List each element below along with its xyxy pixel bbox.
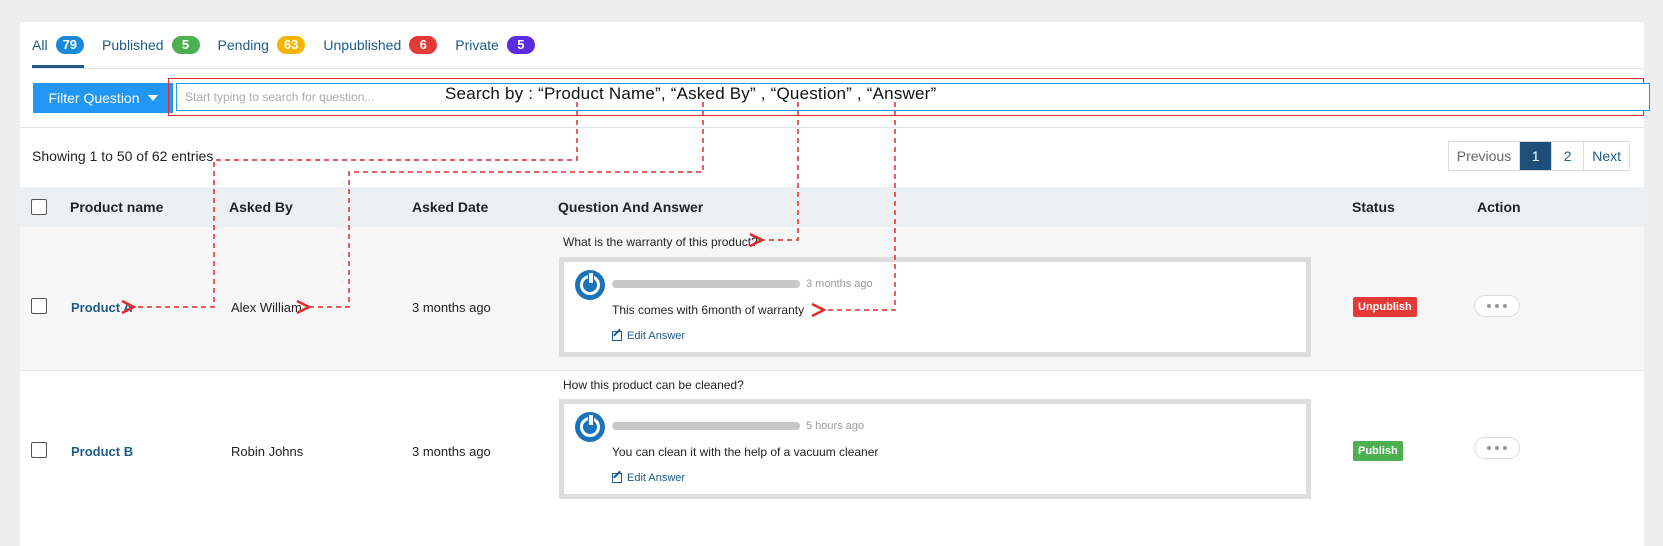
more-actions-button[interactable] xyxy=(1474,295,1520,317)
select-all-cell xyxy=(31,187,47,227)
caret-down-icon xyxy=(147,95,158,101)
edit-icon xyxy=(612,331,622,341)
divider xyxy=(20,127,1644,128)
column-header-asked-date[interactable]: Asked Date xyxy=(412,187,488,227)
filter-button-label: Filter Question xyxy=(48,90,140,106)
tab-label: Private xyxy=(455,37,499,53)
tab-label: Unpublished xyxy=(323,37,402,53)
status-tabs: All 79 Published 5 Pending 63 Unpublishe… xyxy=(32,22,535,68)
dot xyxy=(1503,304,1507,308)
filter-question-button[interactable]: Filter Question xyxy=(33,83,173,113)
row-checkbox-cell xyxy=(31,442,47,458)
next-page-button[interactable]: Next xyxy=(1583,142,1629,170)
tab-unpublished[interactable]: Unpublished 6 xyxy=(323,22,438,68)
tab-pending[interactable]: Pending 63 xyxy=(218,22,306,68)
questions-panel: All 79 Published 5 Pending 63 Unpublishe… xyxy=(20,22,1650,546)
dot xyxy=(1487,446,1491,450)
divider xyxy=(32,68,1644,69)
tab-label: All xyxy=(32,37,48,53)
asked-date: 3 months ago xyxy=(412,300,491,315)
previous-page-button[interactable]: Previous xyxy=(1449,142,1519,170)
asked-by: Robin Johns xyxy=(231,444,304,459)
product-link[interactable]: Product B xyxy=(71,444,133,459)
tab-label: Pending xyxy=(217,37,269,53)
more-actions-button[interactable] xyxy=(1474,437,1520,459)
answer-card: 5 hours ago You can clean it with the he… xyxy=(559,399,1311,499)
power-icon xyxy=(575,270,605,300)
dot xyxy=(1495,304,1499,308)
select-all-checkbox[interactable] xyxy=(31,199,47,215)
row-checkbox[interactable] xyxy=(31,298,47,314)
answer-text: This comes with 6month of warranty xyxy=(612,303,805,317)
page-2-button[interactable]: 2 xyxy=(1551,142,1583,170)
edit-answer-link[interactable]: Edit Answer xyxy=(612,330,685,342)
answer-text: You can clean it with the help of a vacu… xyxy=(612,445,879,459)
status-badge[interactable]: Unpublish xyxy=(1353,297,1417,317)
count-badge: 5 xyxy=(506,36,535,54)
answer-card: 3 months ago This comes with 6month of w… xyxy=(559,257,1311,357)
question-text: How this product can be cleaned? xyxy=(563,378,744,392)
tab-label: Published xyxy=(102,37,164,53)
pagination: Previous 1 2 Next xyxy=(1447,141,1630,171)
count-badge: 79 xyxy=(55,36,85,54)
entries-info: Showing 1 to 50 of 62 entries xyxy=(32,148,214,164)
dot xyxy=(1503,446,1507,450)
table-row: Product A Alex William 3 months ago What… xyxy=(20,227,1644,371)
asked-date: 3 months ago xyxy=(412,444,491,459)
answer-time: 3 months ago xyxy=(806,278,873,290)
search-annotation: Search by : “Product Name”, “Asked By” ,… xyxy=(445,84,937,103)
answerer-name-placeholder xyxy=(612,422,800,430)
power-icon xyxy=(575,412,605,442)
edit-answer-label: Edit Answer xyxy=(627,472,686,484)
count-badge: 5 xyxy=(171,36,200,54)
answerer-name-placeholder xyxy=(612,280,800,288)
product-link[interactable]: Product A xyxy=(71,300,133,315)
tab-all[interactable]: All 79 xyxy=(32,22,85,68)
column-header-status[interactable]: Status xyxy=(1352,187,1395,227)
answer-time: 5 hours ago xyxy=(806,420,865,432)
table-row: Product B Robin Johns 3 months ago How t… xyxy=(20,371,1644,546)
tab-private[interactable]: Private 5 xyxy=(455,22,535,68)
page-1-button[interactable]: 1 xyxy=(1519,142,1552,170)
count-badge: 63 xyxy=(276,36,306,54)
edit-answer-label: Edit Answer xyxy=(627,330,686,342)
column-header-action: Action xyxy=(1477,199,1521,215)
dot xyxy=(1487,304,1491,308)
tab-published[interactable]: Published 5 xyxy=(102,22,200,68)
column-header-product[interactable]: Product name xyxy=(70,187,163,227)
asked-by: Alex William xyxy=(231,300,302,315)
column-header-asked-by[interactable]: Asked By xyxy=(229,187,293,227)
status-badge[interactable]: Publish xyxy=(1353,441,1403,461)
edit-answer-link[interactable]: Edit Answer xyxy=(612,472,685,484)
count-badge: 6 xyxy=(409,36,438,54)
table-header: Product name Asked By Asked Date Questio… xyxy=(20,187,1644,227)
dot xyxy=(1495,446,1499,450)
question-text: What is the warranty of this product? xyxy=(563,235,758,249)
edit-icon xyxy=(612,473,622,483)
row-checkbox-cell xyxy=(31,298,47,314)
column-header-qa: Question And Answer xyxy=(558,199,704,215)
row-checkbox[interactable] xyxy=(31,442,47,458)
